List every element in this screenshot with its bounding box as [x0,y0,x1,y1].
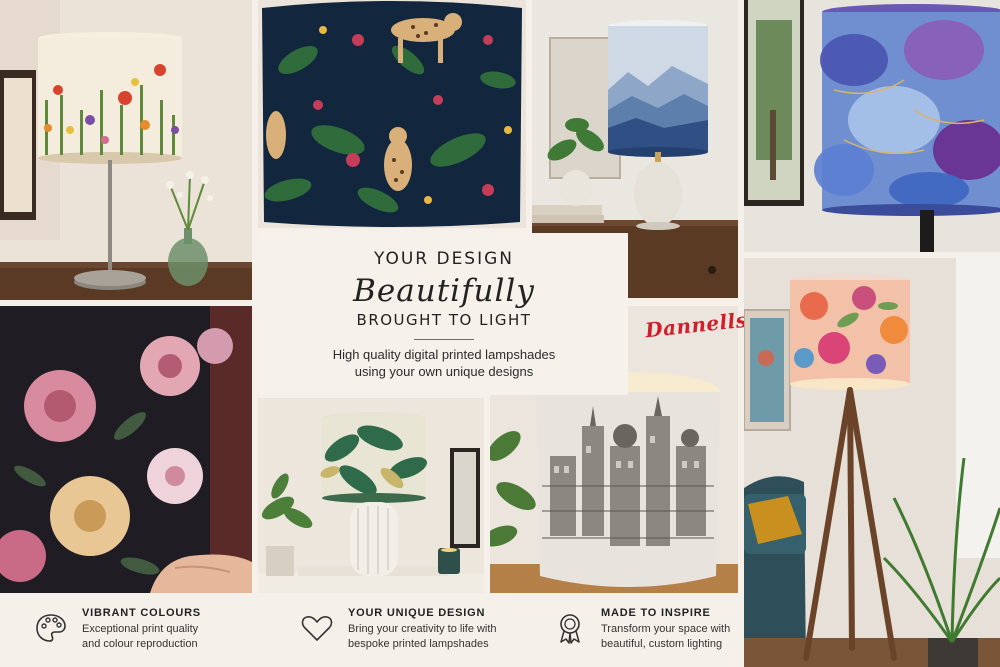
feature-title: YOUR UNIQUE DESIGN [348,607,486,619]
feature-line1: Bring your creativity to life with [348,623,497,635]
photo-floral-floor-lamp [744,258,1000,667]
headline-line2: BROUGHT TO LIGHT [356,311,532,329]
photo-watercolour-shade [744,0,1000,252]
feature-line1: Exceptional print quality [82,623,199,635]
description-line1: High quality digital printed lampshades [332,347,556,362]
headline-script: Beautifully [353,273,535,309]
feature-line2: beautiful, custom lighting [601,638,723,650]
photo-wildflower-table-lamp [0,0,252,300]
headline-line1: YOUR DESIGN [373,249,515,269]
feature-line2: and colour reproduction [82,638,198,650]
features-bar: VIBRANT COLOURS Exceptional print qualit… [0,593,740,667]
palette-icon [36,614,66,642]
headline-card: YOUR DESIGN Beautifully BROUGHT TO LIGHT… [260,233,628,395]
photo-tropical-table-lamp [258,398,484,593]
award-ribbon-icon [560,614,580,644]
divider [414,339,474,340]
feature-title: MADE TO INSPIRE [601,607,711,619]
feature-line1: Transform your space with [601,623,731,635]
feature-title: VIBRANT COLOURS [82,607,201,619]
heart-icon [301,615,333,641]
photo-leopard-jungle-shade [258,0,526,228]
photo-floral-fabric-closeup [0,306,252,593]
description-line2: using your own unique designs [354,364,534,379]
feature-line2: bespoke printed lampshades [348,638,489,650]
